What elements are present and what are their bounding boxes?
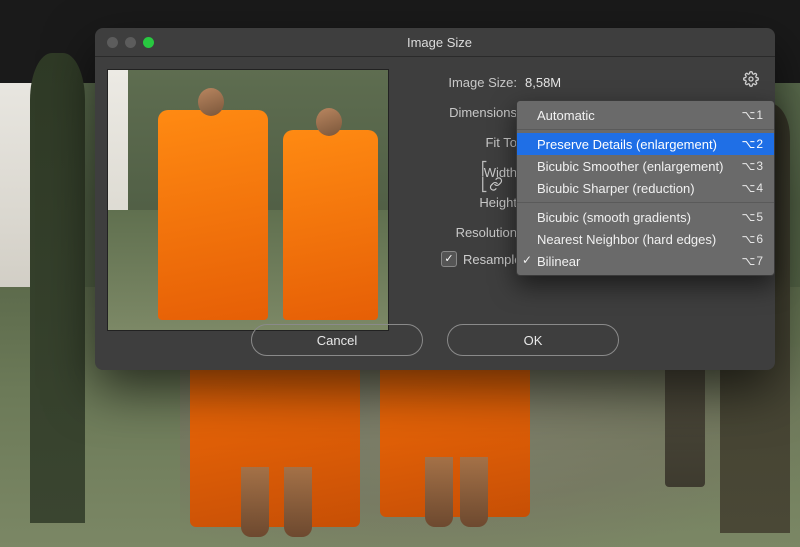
width-label: Width [401,165,525,180]
bg-figure-leg [425,457,453,527]
constrain-bracket-icon: ⎡⎣ [481,161,488,193]
bg-figure-leg [460,457,488,527]
menu-item-bicubic-smoother[interactable]: Bicubic Smoother (enlargement) ⌥3 [517,155,774,177]
gear-icon[interactable] [743,71,759,87]
menu-item-label: Automatic [537,108,595,123]
menu-item-label: Bicubic Smoother (enlargement) [537,159,723,174]
menu-item-automatic[interactable]: Automatic ⌥1 [517,104,774,126]
image-preview [107,69,389,331]
menu-item-nearest-neighbor[interactable]: Nearest Neighbor (hard edges) ⌥6 [517,228,774,250]
titlebar: Image Size [95,28,775,57]
menu-separator [517,202,774,203]
image-size-value: 8,58M [525,75,561,90]
bg-figure-leg [241,467,269,537]
resample-checkbox[interactable]: ✓ [441,251,457,267]
bg-tree [30,53,85,523]
bg-figure-leg [284,467,312,537]
menu-item-shortcut: ⌥5 [741,210,764,224]
resolution-label: Resolution [401,225,525,240]
resample-method-menu: Automatic ⌥1 Preserve Details (enlargeme… [516,100,775,276]
resample-label: Resample [463,252,522,267]
menu-item-shortcut: ⌥2 [741,137,764,151]
menu-item-bicubic-sharper[interactable]: Bicubic Sharper (reduction) ⌥4 [517,177,774,199]
ok-button[interactable]: OK [447,324,619,356]
menu-item-shortcut: ⌥1 [741,108,764,122]
fit-to-label: Fit To [401,135,525,150]
menu-item-label: Bicubic (smooth gradients) [537,210,691,225]
menu-item-label: Preserve Details (enlargement) [537,137,717,152]
menu-item-shortcut: ⌥6 [741,232,764,246]
menu-item-shortcut: ⌥7 [741,254,764,268]
dimensions-label: Dimensions [401,105,525,120]
menu-item-label: Bicubic Sharper (reduction) [537,181,695,196]
menu-item-preserve-details[interactable]: Preserve Details (enlargement) ⌥2 [517,133,774,155]
check-icon: ✓ [522,253,532,267]
height-label: Height [401,195,525,210]
menu-item-shortcut: ⌥4 [741,181,764,195]
cancel-button[interactable]: Cancel [251,324,423,356]
image-size-label: Image Size: [401,75,525,90]
menu-item-label: Bilinear [537,254,580,269]
menu-item-label: Nearest Neighbor (hard edges) [537,232,716,247]
menu-item-bilinear[interactable]: ✓ Bilinear ⌥7 [517,250,774,272]
menu-item-bicubic[interactable]: Bicubic (smooth gradients) ⌥5 [517,206,774,228]
menu-separator [517,129,774,130]
dialog-title: Image Size [104,35,775,50]
constrain-link-icon[interactable] [489,177,503,191]
menu-item-shortcut: ⌥3 [741,159,764,173]
